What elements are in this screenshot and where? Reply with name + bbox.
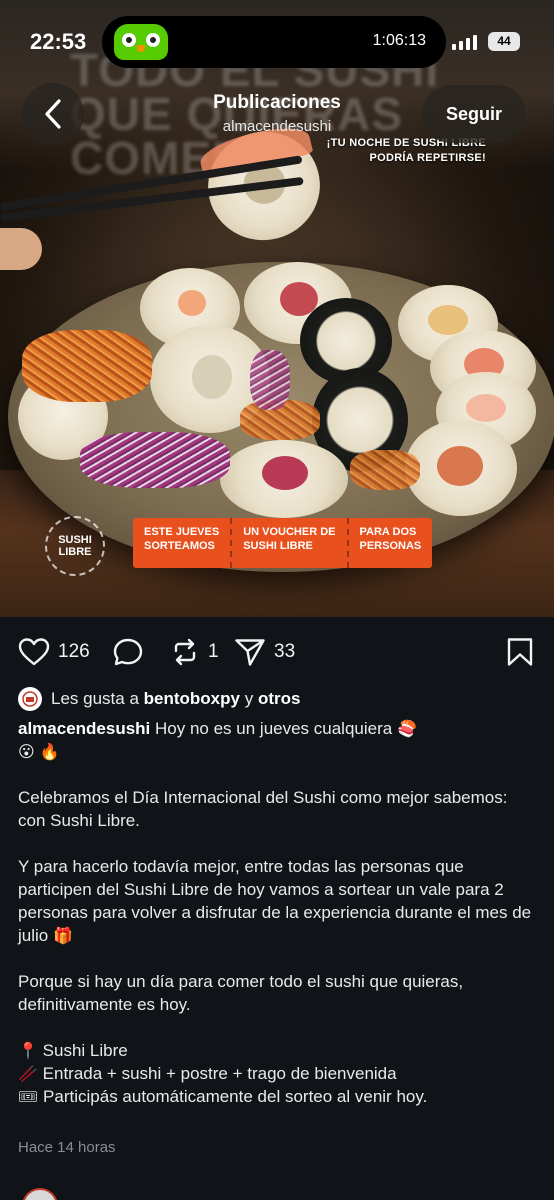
pin-emoji: 📍 [18, 1041, 38, 1060]
dynamic-island[interactable]: 1:06:13 [102, 16, 446, 68]
repost-icon [174, 638, 196, 666]
ticket-emoji: 🎟 [18, 1087, 39, 1106]
save-button[interactable] [506, 637, 534, 667]
liked-by[interactable]: Les gusta a bentoboxpy y otros [18, 687, 300, 711]
liked-by-user[interactable]: bentoboxpy [144, 689, 240, 709]
duolingo-owl-icon [114, 24, 168, 60]
cabbage-garnish [250, 350, 290, 410]
hand [0, 228, 42, 270]
activity-timer: 1:06:13 [372, 32, 426, 49]
cabbage-garnish [80, 432, 230, 488]
caption-username[interactable]: almacendesushi [18, 719, 150, 738]
list-item-text: Participás automáticamente del sorteo al… [43, 1087, 428, 1106]
caption-text: Hoy no es un jueves cualquiera [155, 719, 393, 738]
owl-beak [137, 45, 145, 52]
caption-paragraph: Porque si hay un día para comer todo el … [18, 972, 464, 1014]
liked-by-prefix: Les gusta a [51, 689, 139, 708]
liked-by-others[interactable]: otros [258, 689, 301, 709]
banner-text: ESTE JUEVES [144, 526, 220, 538]
banner-segment: ESTE JUEVES SORTEAMOS [133, 518, 233, 568]
caption-paragraph: Celebramos el Día Internacional del Sush… [18, 788, 508, 830]
list-item: 🎟 Participás automáticamente del sorteo … [18, 1085, 538, 1108]
banner-text: PERSONAS [359, 540, 422, 552]
owl-eye [146, 33, 160, 47]
liked-by-connector: y [244, 689, 254, 708]
banner-text: SORTEAMOS [144, 540, 215, 552]
owl-eye [122, 33, 136, 47]
post-details: 126 1 33 Les gusta a bentoboxpy y otros … [0, 617, 554, 1200]
comment-button[interactable] [112, 637, 152, 667]
heart-icon [18, 638, 50, 666]
gift-emoji: 🎁 [52, 926, 73, 945]
like-count: 126 [58, 641, 90, 662]
sushi-roll [405, 420, 517, 516]
send-icon [235, 639, 265, 666]
comment-icon [113, 638, 143, 666]
chopsticks-emoji: 🥢 [18, 1064, 38, 1083]
carrot-garnish [350, 450, 420, 490]
banner-text: UN VOUCHER DE [243, 526, 336, 538]
bookmark-icon [507, 638, 533, 666]
action-bar: 126 1 33 [18, 637, 538, 667]
banner-text: PARA DOS [359, 526, 417, 538]
share-count: 33 [274, 641, 296, 662]
share-button[interactable]: 33 [234, 637, 295, 667]
avatar [18, 687, 42, 711]
sushi-roll [220, 440, 348, 518]
follow-button[interactable]: Seguir [422, 85, 526, 143]
list-item-text: Sushi Libre [42, 1041, 128, 1060]
battery-icon: 44 [488, 32, 520, 51]
bento-logo-icon [22, 691, 38, 707]
repost-count: 1 [208, 641, 219, 662]
sushi-emoji: 🍣 [396, 719, 417, 738]
banner-segment: UN VOUCHER DE SUSHI LIBRE [232, 518, 349, 568]
repost-button[interactable]: 1 [170, 637, 219, 667]
promo-banner: ESTE JUEVES SORTEAMOS UN VOUCHER DE SUSH… [133, 518, 433, 568]
post-timestamp: Hace 14 horas [18, 1139, 116, 1156]
caption-paragraph: Y para hacerlo todavía mejor, entre toda… [18, 857, 532, 945]
list-item: 🥢 Entrada + sushi + postre + trago de bi… [18, 1062, 538, 1085]
signal-icon [452, 34, 478, 50]
post-caption: almacendesushi Hoy no es un jueves cualq… [18, 717, 538, 1108]
brand-logo-badge: SUSHI LIBRE [45, 516, 105, 576]
status-bar: 22:53 1:06:13 44 [0, 0, 554, 86]
caption-emojis: 😮 🔥 [18, 742, 60, 761]
status-time: 22:53 [30, 29, 87, 54]
list-item: 📍 Sushi Libre [18, 1039, 538, 1062]
banner-text: SUSHI LIBRE [243, 540, 313, 552]
banner-segment: PARA DOS PERSONAS [349, 518, 433, 568]
caption-list: 📍 Sushi Libre 🥢 Entrada + sushi + postre… [18, 1039, 538, 1108]
carrot-garnish [22, 330, 152, 402]
list-item-text: Entrada + sushi + postre + trago de bien… [42, 1064, 397, 1083]
promo-line: PODRÍA REPETIRSE! [369, 152, 486, 164]
like-button[interactable]: 126 [18, 637, 90, 667]
avatar[interactable] [22, 1188, 58, 1200]
